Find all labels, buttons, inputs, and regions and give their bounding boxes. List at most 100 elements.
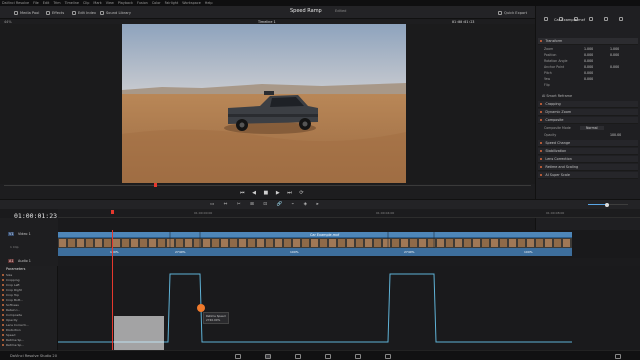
fusion-page-icon[interactable] — [325, 353, 331, 359]
timeline-playhead[interactable] — [112, 230, 113, 350]
media-page-icon[interactable] — [235, 353, 241, 359]
section-retime-scaling[interactable]: Retime and Scaling — [538, 164, 638, 171]
ruler-mark: 01:00:08:00 — [546, 211, 565, 215]
position-y[interactable]: 0.000 — [610, 53, 619, 57]
opacity-value[interactable]: 100.00 — [610, 133, 621, 137]
menu-fairlight[interactable]: Fairlight — [165, 1, 179, 5]
speed-curve-graph[interactable] — [58, 266, 640, 350]
settings-icon[interactable] — [615, 353, 621, 359]
menu-file[interactable]: File — [33, 1, 39, 5]
clip-thumbnail — [104, 239, 111, 247]
timeline-toolbar: ▭ ⇔ ✂ ⊞ ⊡ 🔗 ⌁ ◈ ▸ — [0, 199, 640, 209]
viewer-zoom[interactable]: 44% — [4, 20, 12, 24]
menu-help[interactable]: Help — [205, 1, 213, 5]
zoom-slider-handle[interactable] — [605, 202, 609, 207]
quick-export-button[interactable]: Quick Export — [498, 8, 527, 17]
menu-fusion[interactable]: Fusion — [137, 1, 148, 5]
clip-thumbnail — [365, 239, 372, 247]
enable-dot[interactable] — [540, 149, 543, 152]
menu-color[interactable]: Color — [152, 1, 161, 5]
prop-anchor-label: Anchor Point — [544, 64, 565, 69]
timeline-ruler[interactable]: 01:00:00:00 01:00:04:00 01:00:08:00 — [58, 209, 640, 218]
clip-thumbnail — [554, 239, 561, 247]
enable-dot[interactable] — [540, 165, 543, 168]
color-page-icon[interactable] — [355, 353, 361, 359]
zoom-x[interactable]: 1.000 — [584, 47, 593, 51]
section-speed-change[interactable]: Speed Change — [538, 140, 638, 147]
edit-index-label: Edit Index — [78, 10, 96, 15]
prop-pitch-label: Pitch — [544, 70, 552, 75]
file-tab-icon[interactable] — [619, 17, 623, 21]
timeline-playhead-handle[interactable] — [111, 210, 114, 214]
scrubber-playhead[interactable] — [154, 183, 157, 187]
viewer-timeline-name[interactable]: Timeline 1 — [258, 20, 276, 24]
ruler-mark: 01:00:00:00 — [194, 211, 213, 215]
zoom-y[interactable]: 1.000 — [610, 47, 619, 51]
ruler-mark: 01:00:04:00 — [376, 211, 395, 215]
zoom-slider[interactable] — [588, 202, 628, 207]
scrubber-track[interactable] — [4, 185, 531, 186]
enable-dot[interactable] — [540, 118, 543, 121]
enable-dot[interactable] — [540, 173, 543, 176]
menu-mark[interactable]: Mark — [93, 1, 101, 5]
media-pool-button[interactable]: Media Pool — [14, 8, 39, 17]
clip-thumbnail — [257, 239, 264, 247]
edit-page-icon[interactable] — [295, 353, 301, 359]
clip-thumbnail — [482, 239, 489, 247]
clip-thumbnail — [266, 239, 273, 247]
menu-trim[interactable]: Trim — [53, 1, 60, 5]
keyframe-handle[interactable] — [197, 304, 205, 312]
menu-timeline[interactable]: Timeline — [65, 1, 79, 5]
enable-dot[interactable] — [540, 157, 543, 160]
clip-thumbnail — [176, 239, 183, 247]
menu-playback[interactable]: Playback — [118, 1, 133, 5]
clip-thumbnail — [437, 239, 444, 247]
clip-thumbnail — [356, 239, 363, 247]
inspector-tabs — [538, 14, 638, 24]
effects-button[interactable]: Effects — [46, 8, 64, 17]
playback-controls[interactable]: ⏮ ◀ ■ ▶ ⏭ ⟳ — [240, 190, 307, 196]
enable-dot[interactable] — [540, 110, 543, 113]
anchor-y[interactable]: 0.000 — [610, 65, 619, 69]
fairlight-page-icon[interactable] — [385, 353, 391, 359]
smart-reframe-label[interactable]: AI Smart Reframe — [542, 94, 572, 98]
image-tab-icon[interactable] — [604, 17, 608, 21]
section-dynamic-zoom[interactable]: Dynamic Zoom — [538, 109, 638, 116]
position-x[interactable]: 0.000 — [584, 53, 593, 57]
a1-badge[interactable]: A1 — [8, 259, 15, 263]
param-item[interactable]: Retime Sp... — [2, 343, 57, 348]
section-lens-correction[interactable]: Lens Correction — [538, 156, 638, 163]
section-composite[interactable]: Composite — [538, 117, 638, 124]
anchor-x[interactable]: 0.000 — [584, 65, 593, 69]
transition-tab-icon[interactable] — [589, 17, 593, 21]
pitch-value[interactable]: 0.000 — [584, 71, 593, 75]
menu-view[interactable]: View — [106, 1, 114, 5]
inspector-clip-name: Car Example.mxf — [554, 18, 585, 22]
cut-page-icon[interactable] — [265, 353, 271, 359]
composite-mode-select[interactable]: Normal — [580, 125, 604, 130]
rotation-value[interactable]: 0.000 — [584, 59, 593, 63]
menu-clip[interactable]: Clip — [83, 1, 89, 5]
edit-index-button[interactable]: Edit Index — [72, 8, 96, 17]
prop-position: Position 0.000 0.000 — [544, 52, 638, 57]
app-menu[interactable]: DaVinci Resolve — [2, 1, 29, 5]
enable-dot[interactable] — [540, 39, 543, 42]
video-tab-icon[interactable] — [544, 17, 548, 21]
clip-thumbnail — [392, 239, 399, 247]
transport-bar: ⏮ ◀ ■ ▶ ⏭ ⟳ — [0, 183, 535, 199]
v1-badge[interactable]: V1 — [8, 232, 15, 236]
section-stabilization[interactable]: Stabilization — [538, 148, 638, 155]
edit-tools[interactable]: ▭ ⇔ ✂ ⊞ ⊡ 🔗 ⌁ ◈ ▸ — [210, 202, 323, 207]
prop-position-label: Position — [544, 52, 557, 57]
menu-edit[interactable]: Edit — [43, 1, 50, 5]
section-super-scale[interactable]: AI Super Scale — [538, 172, 638, 179]
section-cropping[interactable]: Cropping — [538, 101, 638, 108]
menu-workspace[interactable]: Workspace — [182, 1, 201, 5]
yaw-value[interactable]: 0.000 — [584, 77, 593, 81]
section-transform[interactable]: Transform — [538, 38, 638, 45]
enable-dot[interactable] — [540, 141, 543, 144]
video-frame[interactable] — [122, 24, 406, 183]
enable-dot[interactable] — [540, 102, 543, 105]
sound-library-button[interactable]: Sound Library — [100, 8, 131, 17]
clip-thumbnail — [509, 239, 516, 247]
